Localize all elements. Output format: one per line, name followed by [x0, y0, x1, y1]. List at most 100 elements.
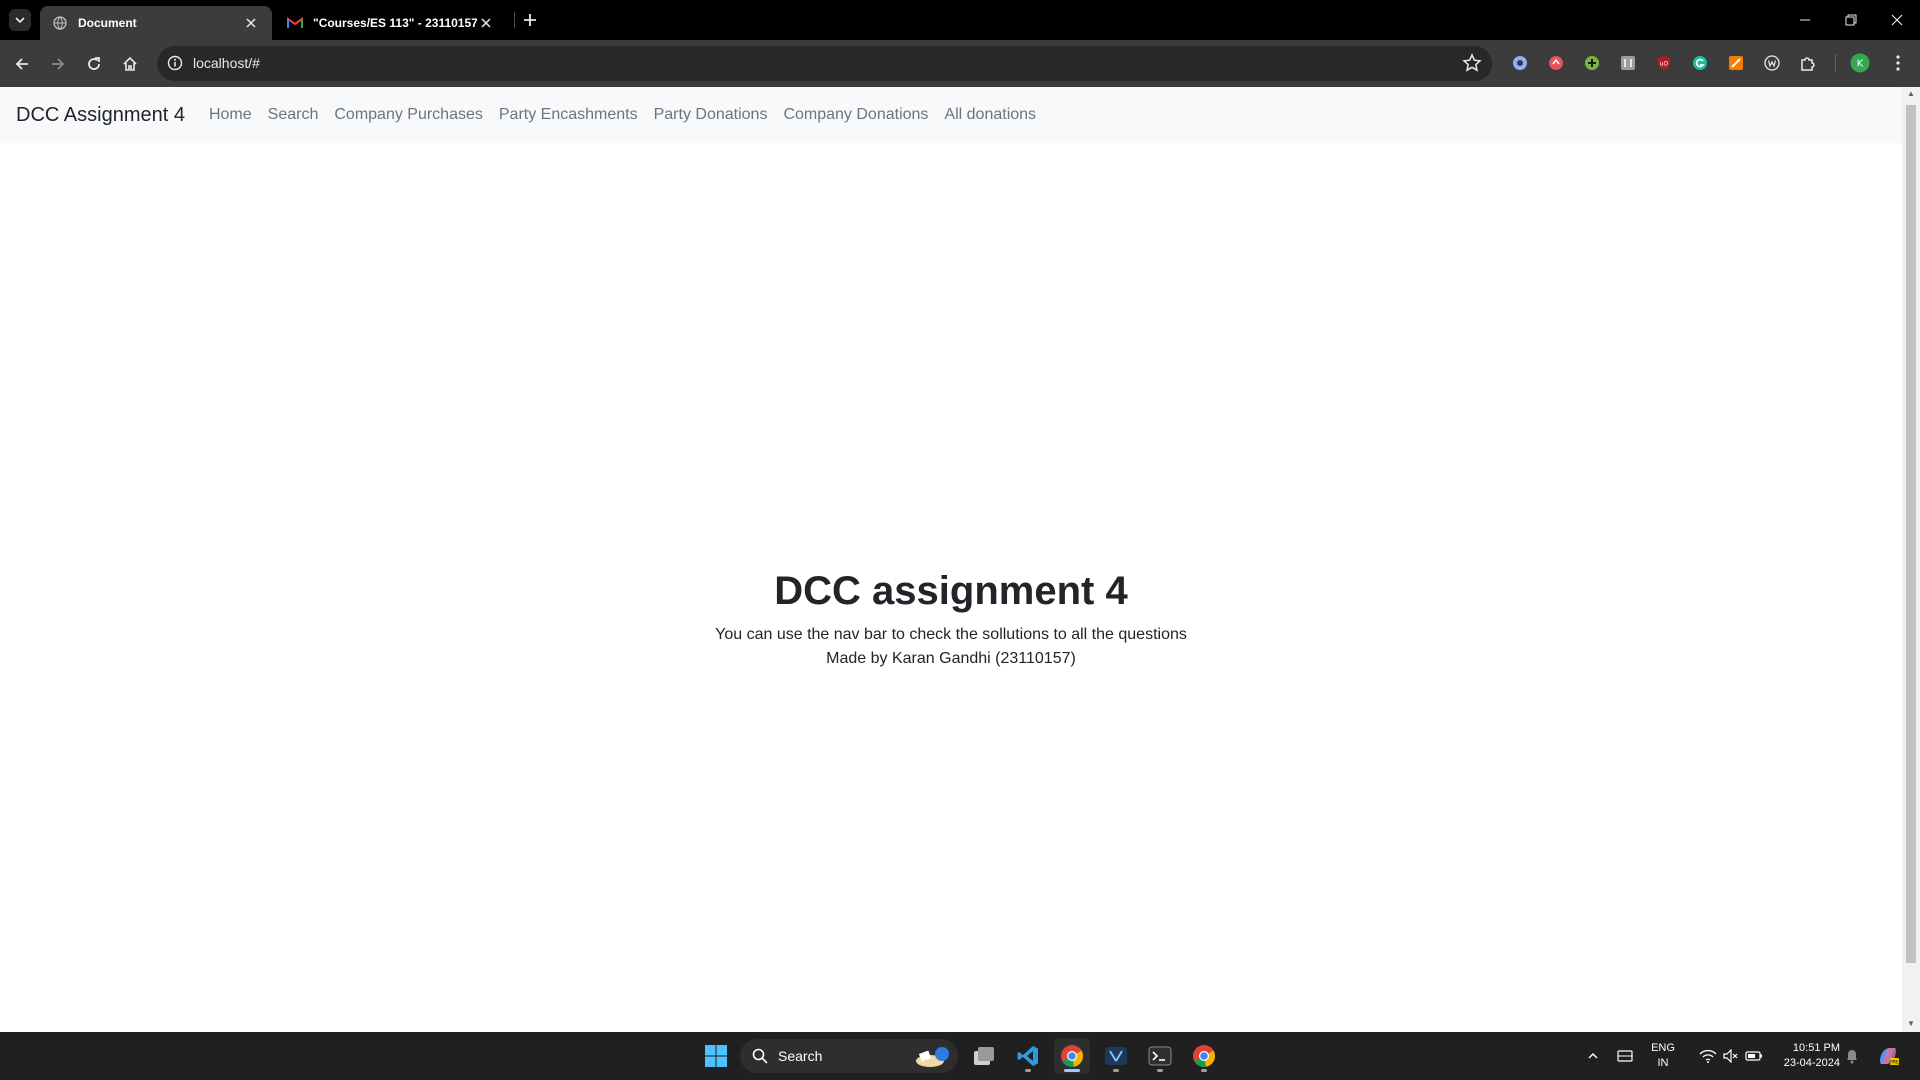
windows-taskbar: Search ENG IN 10:51 PM 23-04-2024 PRE — [0, 1032, 1920, 1080]
extensions-puzzle-icon[interactable] — [1797, 52, 1819, 74]
minimize-button[interactable] — [1782, 0, 1828, 40]
profile-avatar[interactable]: K — [1849, 52, 1871, 74]
home-icon — [123, 56, 137, 71]
extension-ublock-icon[interactable]: uO — [1653, 52, 1675, 74]
clock[interactable]: 10:51 PM 23-04-2024 — [1770, 1041, 1840, 1071]
active-indicator — [1064, 1069, 1080, 1072]
svg-text:PRE: PRE — [1890, 1060, 1899, 1066]
page-scrollbar[interactable]: ▲ ▼ — [1902, 87, 1920, 1032]
bookmark-star-icon[interactable] — [1462, 53, 1482, 73]
clock-time: 10:51 PM — [1792, 1042, 1840, 1054]
language-code: ENG — [1651, 1042, 1675, 1054]
wifi-icon — [1699, 1049, 1717, 1063]
volume-muted-icon — [1723, 1049, 1738, 1063]
taskbar-terminal[interactable] — [1142, 1038, 1178, 1074]
bell-icon — [1847, 1050, 1857, 1064]
arrow-right-icon — [52, 58, 65, 70]
keyboard-layout-button[interactable] — [1608, 1038, 1642, 1074]
new-tab-button[interactable] — [519, 9, 541, 31]
close-window-button[interactable] — [1874, 0, 1920, 40]
more-menu-icon[interactable] — [1887, 52, 1909, 74]
nav-link-search[interactable]: Search — [260, 106, 327, 124]
extension-red-icon[interactable] — [1545, 52, 1567, 74]
forward-button[interactable] — [44, 50, 72, 78]
navbar-brand[interactable]: DCC Assignment 4 — [16, 104, 185, 127]
plus-icon — [524, 14, 536, 26]
author-text: Made by Karan Gandhi (23110157) — [826, 650, 1076, 667]
start-button[interactable] — [698, 1038, 734, 1074]
scroll-down-arrow-icon[interactable]: ▼ — [1906, 1019, 1916, 1029]
quick-settings-button[interactable] — [1686, 1038, 1776, 1074]
toolbar-divider — [1835, 54, 1836, 72]
close-icon — [1891, 14, 1903, 26]
battery-icon — [1745, 1051, 1762, 1061]
hero-section: DCC assignment 4 You can use the nav bar… — [0, 567, 1902, 671]
vscode-icon — [1017, 1046, 1038, 1066]
svg-text:K: K — [1857, 59, 1864, 70]
close-tab-icon[interactable] — [242, 14, 260, 32]
chevron-up-icon — [1588, 1053, 1598, 1059]
nav-link-all-donations[interactable]: All donations — [936, 106, 1044, 124]
show-hidden-icons-button[interactable] — [1576, 1038, 1610, 1074]
page-viewport: DCC Assignment 4 Home Search Company Pur… — [0, 87, 1902, 1032]
extension-orange-icon[interactable] — [1725, 52, 1747, 74]
restore-button[interactable] — [1828, 0, 1874, 40]
task-view-button[interactable] — [966, 1038, 1002, 1074]
running-indicator — [1201, 1069, 1207, 1072]
instructions-text: You can use the nav bar to check the sol… — [715, 626, 1187, 643]
minimize-icon — [1800, 19, 1810, 21]
chrome-icon — [1061, 1045, 1083, 1067]
taskbar-chrome-active[interactable] — [1054, 1038, 1090, 1074]
address-bar[interactable]: localhost/# — [157, 46, 1492, 81]
nav-link-party-donations[interactable]: Party Donations — [646, 106, 776, 124]
taskbar-vscode[interactable] — [1010, 1038, 1046, 1074]
nav-link-company-donations[interactable]: Company Donations — [775, 106, 936, 124]
nav-link-party-encashments[interactable]: Party Encashments — [491, 106, 646, 124]
page-title: DCC assignment 4 — [774, 569, 1128, 613]
tab-title: "Courses/ES 113" - 23110157@i — [313, 16, 477, 30]
tab-document[interactable]: Document — [40, 6, 272, 40]
svg-text:uO: uO — [1660, 61, 1669, 68]
info-icon[interactable] — [167, 55, 183, 71]
notifications-button[interactable] — [1838, 1038, 1866, 1074]
search-icon — [752, 1048, 768, 1064]
running-indicator — [1157, 1069, 1163, 1072]
taskbar-search-label: Search — [778, 1048, 823, 1064]
search-highlight-icon — [916, 1047, 949, 1067]
scroll-up-arrow-icon[interactable]: ▲ — [1906, 89, 1916, 99]
restore-icon — [1845, 14, 1857, 26]
copilot-button[interactable]: PRE — [1870, 1038, 1906, 1074]
extension-w-icon[interactable] — [1761, 52, 1783, 74]
tab-gmail[interactable]: "Courses/ES 113" - 23110157@i — [275, 6, 507, 40]
running-indicator — [1025, 1069, 1031, 1072]
terminal-icon — [1148, 1046, 1172, 1066]
task-view-icon — [974, 1047, 994, 1065]
running-indicator — [1113, 1069, 1119, 1072]
extension-plus-icon[interactable] — [1581, 52, 1603, 74]
taskbar-chrome-second[interactable] — [1186, 1038, 1222, 1074]
extension-grid-icon[interactable] — [1617, 52, 1639, 74]
taskbar-app-blue[interactable] — [1098, 1038, 1134, 1074]
home-button[interactable] — [116, 50, 144, 78]
browser-tab-bar: Document "Courses/ES 113" - 23110157@i — [0, 0, 1920, 40]
taskbar-search[interactable]: Search — [740, 1039, 958, 1073]
snipping-tool-icon — [1105, 1047, 1127, 1065]
windows-logo-icon — [705, 1045, 727, 1067]
nav-link-company-purchases[interactable]: Company Purchases — [326, 106, 491, 124]
back-button[interactable] — [8, 50, 36, 78]
chevron-down-icon — [15, 17, 25, 24]
scrollbar-thumb[interactable] — [1906, 105, 1916, 963]
close-tab-icon[interactable] — [477, 14, 495, 32]
site-navbar: DCC Assignment 4 Home Search Company Pur… — [0, 87, 1902, 143]
tab-search-button[interactable] — [9, 9, 31, 31]
address-text[interactable]: localhost/# — [193, 55, 260, 71]
nav-link-home[interactable]: Home — [201, 106, 260, 124]
clock-date: 23-04-2024 — [1783, 1057, 1840, 1069]
reload-button[interactable] — [80, 50, 108, 78]
extension-shield-icon[interactable] — [1509, 52, 1531, 74]
chrome-icon — [1193, 1045, 1215, 1067]
language-indicator[interactable]: ENG IN — [1648, 1041, 1678, 1071]
extension-grammarly-icon[interactable] — [1689, 52, 1711, 74]
language-region: IN — [1657, 1057, 1669, 1069]
keyboard-icon — [1617, 1050, 1633, 1062]
